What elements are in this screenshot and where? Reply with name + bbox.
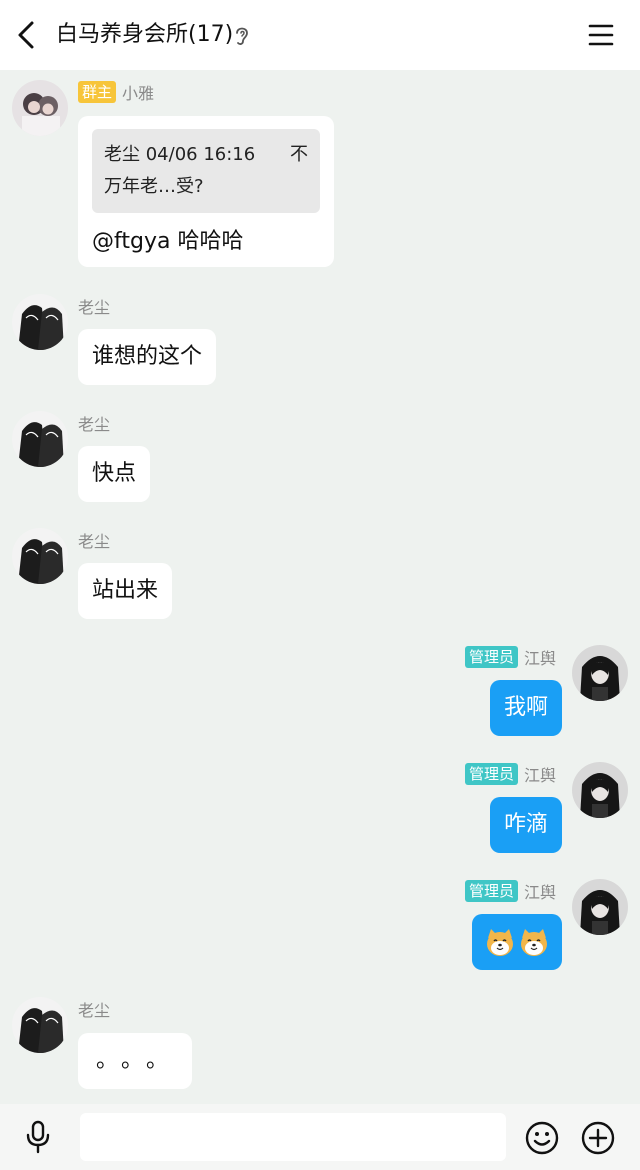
message-bubble[interactable]: 老尘 04/06 16:16 不 万年老…受? @ftgya 哈哈哈 (78, 116, 334, 267)
avatar[interactable] (572, 762, 628, 818)
message-bubble[interactable]: 谁想的这个 (78, 329, 217, 385)
message-meta: 老尘 (78, 997, 110, 1021)
message-bubble[interactable]: 。。。 (78, 1033, 193, 1089)
sender-name: 老尘 (78, 298, 111, 317)
ear-icon[interactable] (232, 23, 252, 49)
avatar[interactable] (572, 879, 628, 935)
avatar[interactable] (12, 294, 68, 350)
avatar[interactable] (12, 528, 68, 584)
chat-title: 白马养身会所(17) (56, 22, 234, 47)
shiba-dog-face-icon (487, 929, 513, 956)
message-meta: 老尘 (78, 411, 110, 435)
avatar[interactable] (12, 411, 68, 467)
message-meta: 群主 小雅 (78, 80, 154, 104)
message-text: 我啊 (503, 695, 548, 720)
message-meta: 管理员 江舆 (464, 645, 556, 669)
hamburger-menu-icon[interactable] (586, 20, 616, 50)
sender-name: 老尘 (78, 415, 111, 434)
message-meta: 管理员 江舆 (464, 879, 556, 903)
admin-badge: 管理员 (464, 646, 518, 668)
chat-header: 白马养身会所(17) (0, 0, 640, 70)
message-text: 谁想的这个 (92, 344, 203, 369)
message-meta: 老尘 (78, 528, 110, 552)
admin-badge: 管理员 (464, 763, 518, 785)
message-bubble[interactable]: 快点 (78, 446, 151, 502)
message-bubble[interactable]: 我啊 (489, 680, 562, 736)
message-text: 。。。 (96, 1048, 183, 1073)
message-list[interactable]: 群主 小雅 老尘 04/06 16:16 不 万年老…受? @ftgya 哈哈哈 (0, 70, 640, 1104)
input-bar (0, 1104, 640, 1170)
plus-circle-icon[interactable] (581, 1121, 615, 1155)
message-text: 站出来 (92, 578, 159, 603)
smiley-icon[interactable] (525, 1121, 559, 1155)
message-meta: 管理员 江舆 (464, 762, 556, 786)
sender-name: 江舆 (523, 883, 556, 902)
message-text: 快点 (92, 461, 137, 486)
microphone-icon[interactable] (22, 1120, 54, 1154)
sender-name: 小雅 (122, 84, 155, 103)
sender-name: 老尘 (78, 532, 111, 551)
message-bubble[interactable]: 站出来 (78, 563, 173, 619)
sender-name: 老尘 (78, 1001, 111, 1020)
owner-badge: 群主 (78, 81, 117, 103)
message-text: 咋滴 (503, 812, 548, 837)
quote-author-time: 老尘 04/06 16:16 (104, 144, 256, 165)
admin-badge: 管理员 (464, 880, 518, 902)
chevron-left-icon[interactable] (12, 17, 44, 53)
quote-text: 万年老…受? (104, 176, 204, 197)
quoted-message[interactable]: 老尘 04/06 16:16 不 万年老…受? (92, 129, 320, 213)
message-bubble[interactable] (472, 914, 562, 970)
avatar[interactable] (12, 997, 68, 1053)
quote-action: 不 (290, 144, 308, 165)
message-meta: 老尘 (78, 294, 110, 318)
shiba-dog-face-icon (521, 929, 547, 956)
sender-name: 江舆 (523, 649, 556, 668)
message-text: @ftgya 哈哈哈 (92, 229, 244, 254)
message-input[interactable] (80, 1113, 506, 1161)
sender-name: 江舆 (523, 766, 556, 785)
message-bubble[interactable]: 咋滴 (489, 797, 562, 853)
avatar[interactable] (572, 645, 628, 701)
avatar[interactable] (12, 80, 68, 136)
